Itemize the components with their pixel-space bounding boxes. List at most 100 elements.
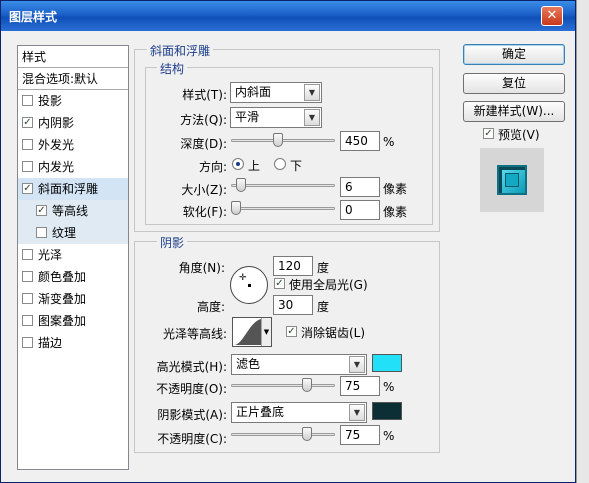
chevron-down-icon: ▼ — [304, 84, 320, 101]
size-input[interactable]: 6 — [340, 177, 380, 197]
style-item-5[interactable]: ✓ 等高线 — [18, 200, 128, 222]
size-slider[interactable] — [231, 178, 335, 192]
check-icon: ✓ — [37, 205, 46, 216]
gloss-contour-picker[interactable]: ▼ — [232, 317, 272, 347]
highlight-opacity-thumb[interactable] — [302, 378, 312, 392]
style-item-7[interactable]: 光泽 — [18, 244, 128, 266]
bevel-emboss-title: 斜面和浮雕 — [147, 42, 214, 59]
bevel-style-select[interactable]: 内斜面 ▼ — [230, 82, 322, 103]
shadow-opacity-label: 不透明度(C): — [157, 432, 227, 446]
check-icon: ✓ — [275, 278, 284, 289]
highlight-opacity-input[interactable]: 75 — [340, 376, 380, 396]
style-item-checkbox[interactable]: ✓ — [36, 205, 47, 216]
style-item-1[interactable]: ✓ 内阴影 — [18, 112, 128, 134]
soften-slider[interactable] — [231, 201, 335, 215]
shadow-opacity-unit: % — [383, 429, 395, 443]
style-item-label: 颜色叠加 — [38, 270, 87, 284]
style-item-label: 描边 — [38, 336, 63, 350]
close-icon: ✕ — [546, 8, 558, 23]
style-item-8[interactable]: 颜色叠加 — [18, 266, 128, 288]
angle-input[interactable]: 120 — [273, 256, 313, 276]
style-label: 样式(T): — [182, 88, 227, 102]
soften-input[interactable]: 0 — [340, 200, 380, 220]
styles-header[interactable]: 样式 — [18, 46, 128, 68]
check-icon: ✓ — [287, 326, 296, 337]
shadow-mode-label: 阴影模式(A): — [157, 408, 227, 422]
depth-unit: % — [383, 135, 395, 149]
style-item-checkbox[interactable] — [36, 227, 47, 238]
shadow-opacity-thumb[interactable] — [302, 427, 312, 441]
style-item-checkbox[interactable] — [22, 337, 33, 348]
highlight-color-swatch[interactable] — [372, 354, 402, 372]
shading-title: 阴影 — [157, 234, 188, 251]
check-icon: ✓ — [23, 117, 32, 128]
shadow-opacity-slider[interactable] — [231, 427, 335, 441]
style-item-10[interactable]: 图案叠加 — [18, 310, 128, 332]
style-item-11[interactable]: 描边 — [18, 332, 128, 354]
technique-value: 平滑 — [235, 110, 260, 124]
altitude-unit: 度 — [317, 300, 330, 314]
style-item-checkbox[interactable] — [22, 139, 33, 150]
style-preview-thumbnail — [480, 148, 544, 212]
angle-label: 角度(N): — [178, 261, 225, 275]
shadow-opacity-input[interactable]: 75 — [340, 425, 380, 445]
style-item-3[interactable]: 内发光 — [18, 156, 128, 178]
style-item-checkbox[interactable] — [22, 95, 33, 106]
structure-title: 结构 — [157, 60, 188, 77]
ok-button[interactable]: 确定 — [463, 44, 565, 65]
direction-down-label[interactable]: 下 — [290, 157, 302, 174]
depth-slider-thumb[interactable] — [273, 133, 283, 147]
blending-options-item[interactable]: 混合选项:默认 — [18, 68, 128, 90]
altitude-input[interactable]: 30 — [273, 295, 313, 315]
preview-checkbox[interactable]: ✓ — [483, 128, 494, 139]
global-light-label[interactable]: 使用全局光(G) — [289, 276, 368, 293]
new-style-button[interactable]: 新建样式(W)... — [463, 101, 565, 122]
title-bar[interactable]: 图层样式 ✕ — [1, 1, 575, 31]
style-item-label: 内阴影 — [38, 116, 75, 130]
highlight-mode-label: 高光模式(H): — [156, 360, 227, 374]
direction-up-label[interactable]: 上 — [248, 157, 260, 174]
soften-slider-thumb[interactable] — [231, 201, 241, 215]
style-item-label: 投影 — [38, 94, 63, 108]
anti-alias-checkbox[interactable]: ✓ — [286, 326, 297, 337]
style-item-checkbox[interactable] — [22, 293, 33, 304]
depth-input[interactable]: 450 — [340, 131, 380, 151]
check-icon: ✓ — [23, 183, 32, 194]
highlight-opacity-label: 不透明度(O): — [156, 382, 227, 396]
direction-up-radio[interactable] — [232, 158, 244, 170]
close-button[interactable]: ✕ — [541, 6, 563, 26]
highlight-mode-select[interactable]: 滤色 ▼ — [231, 354, 367, 375]
style-item-6[interactable]: 纹理 — [18, 222, 128, 244]
highlight-opacity-unit: % — [383, 380, 395, 394]
style-item-0[interactable]: 投影 — [18, 90, 128, 112]
style-item-checkbox[interactable] — [22, 271, 33, 282]
style-item-label: 纹理 — [52, 226, 77, 240]
style-item-checkbox[interactable] — [22, 161, 33, 172]
reset-button[interactable]: 复位 — [463, 73, 565, 94]
style-item-4[interactable]: ✓ 斜面和浮雕 — [18, 178, 128, 200]
style-item-checkbox[interactable]: ✓ — [22, 183, 33, 194]
size-slider-thumb[interactable] — [236, 178, 246, 192]
angle-dial[interactable]: ✛ — [230, 266, 268, 304]
depth-slider[interactable] — [231, 133, 335, 147]
shadow-mode-select[interactable]: 正片叠底 ▼ — [231, 402, 367, 423]
technique-select[interactable]: 平滑 ▼ — [230, 107, 322, 128]
style-item-label: 图案叠加 — [38, 314, 87, 328]
angle-unit: 度 — [317, 261, 330, 275]
style-item-checkbox[interactable] — [22, 249, 33, 260]
contour-curve-icon — [234, 319, 261, 345]
style-item-checkbox[interactable]: ✓ — [22, 117, 33, 128]
preview-label[interactable]: 预览(V) — [498, 126, 540, 143]
highlight-opacity-slider[interactable] — [231, 378, 335, 392]
style-item-9[interactable]: 渐变叠加 — [18, 288, 128, 310]
soften-unit: 像素 — [383, 205, 408, 219]
shadow-color-swatch[interactable] — [372, 402, 402, 420]
direction-down-radio[interactable] — [274, 158, 286, 170]
chevron-down-icon: ▼ — [349, 356, 365, 373]
size-label: 大小(Z): — [181, 183, 227, 197]
anti-alias-label[interactable]: 消除锯齿(L) — [301, 324, 365, 341]
style-item-2[interactable]: 外发光 — [18, 134, 128, 156]
global-light-checkbox[interactable]: ✓ — [274, 278, 285, 289]
shadow-mode-value: 正片叠底 — [236, 405, 285, 419]
style-item-checkbox[interactable] — [22, 315, 33, 326]
